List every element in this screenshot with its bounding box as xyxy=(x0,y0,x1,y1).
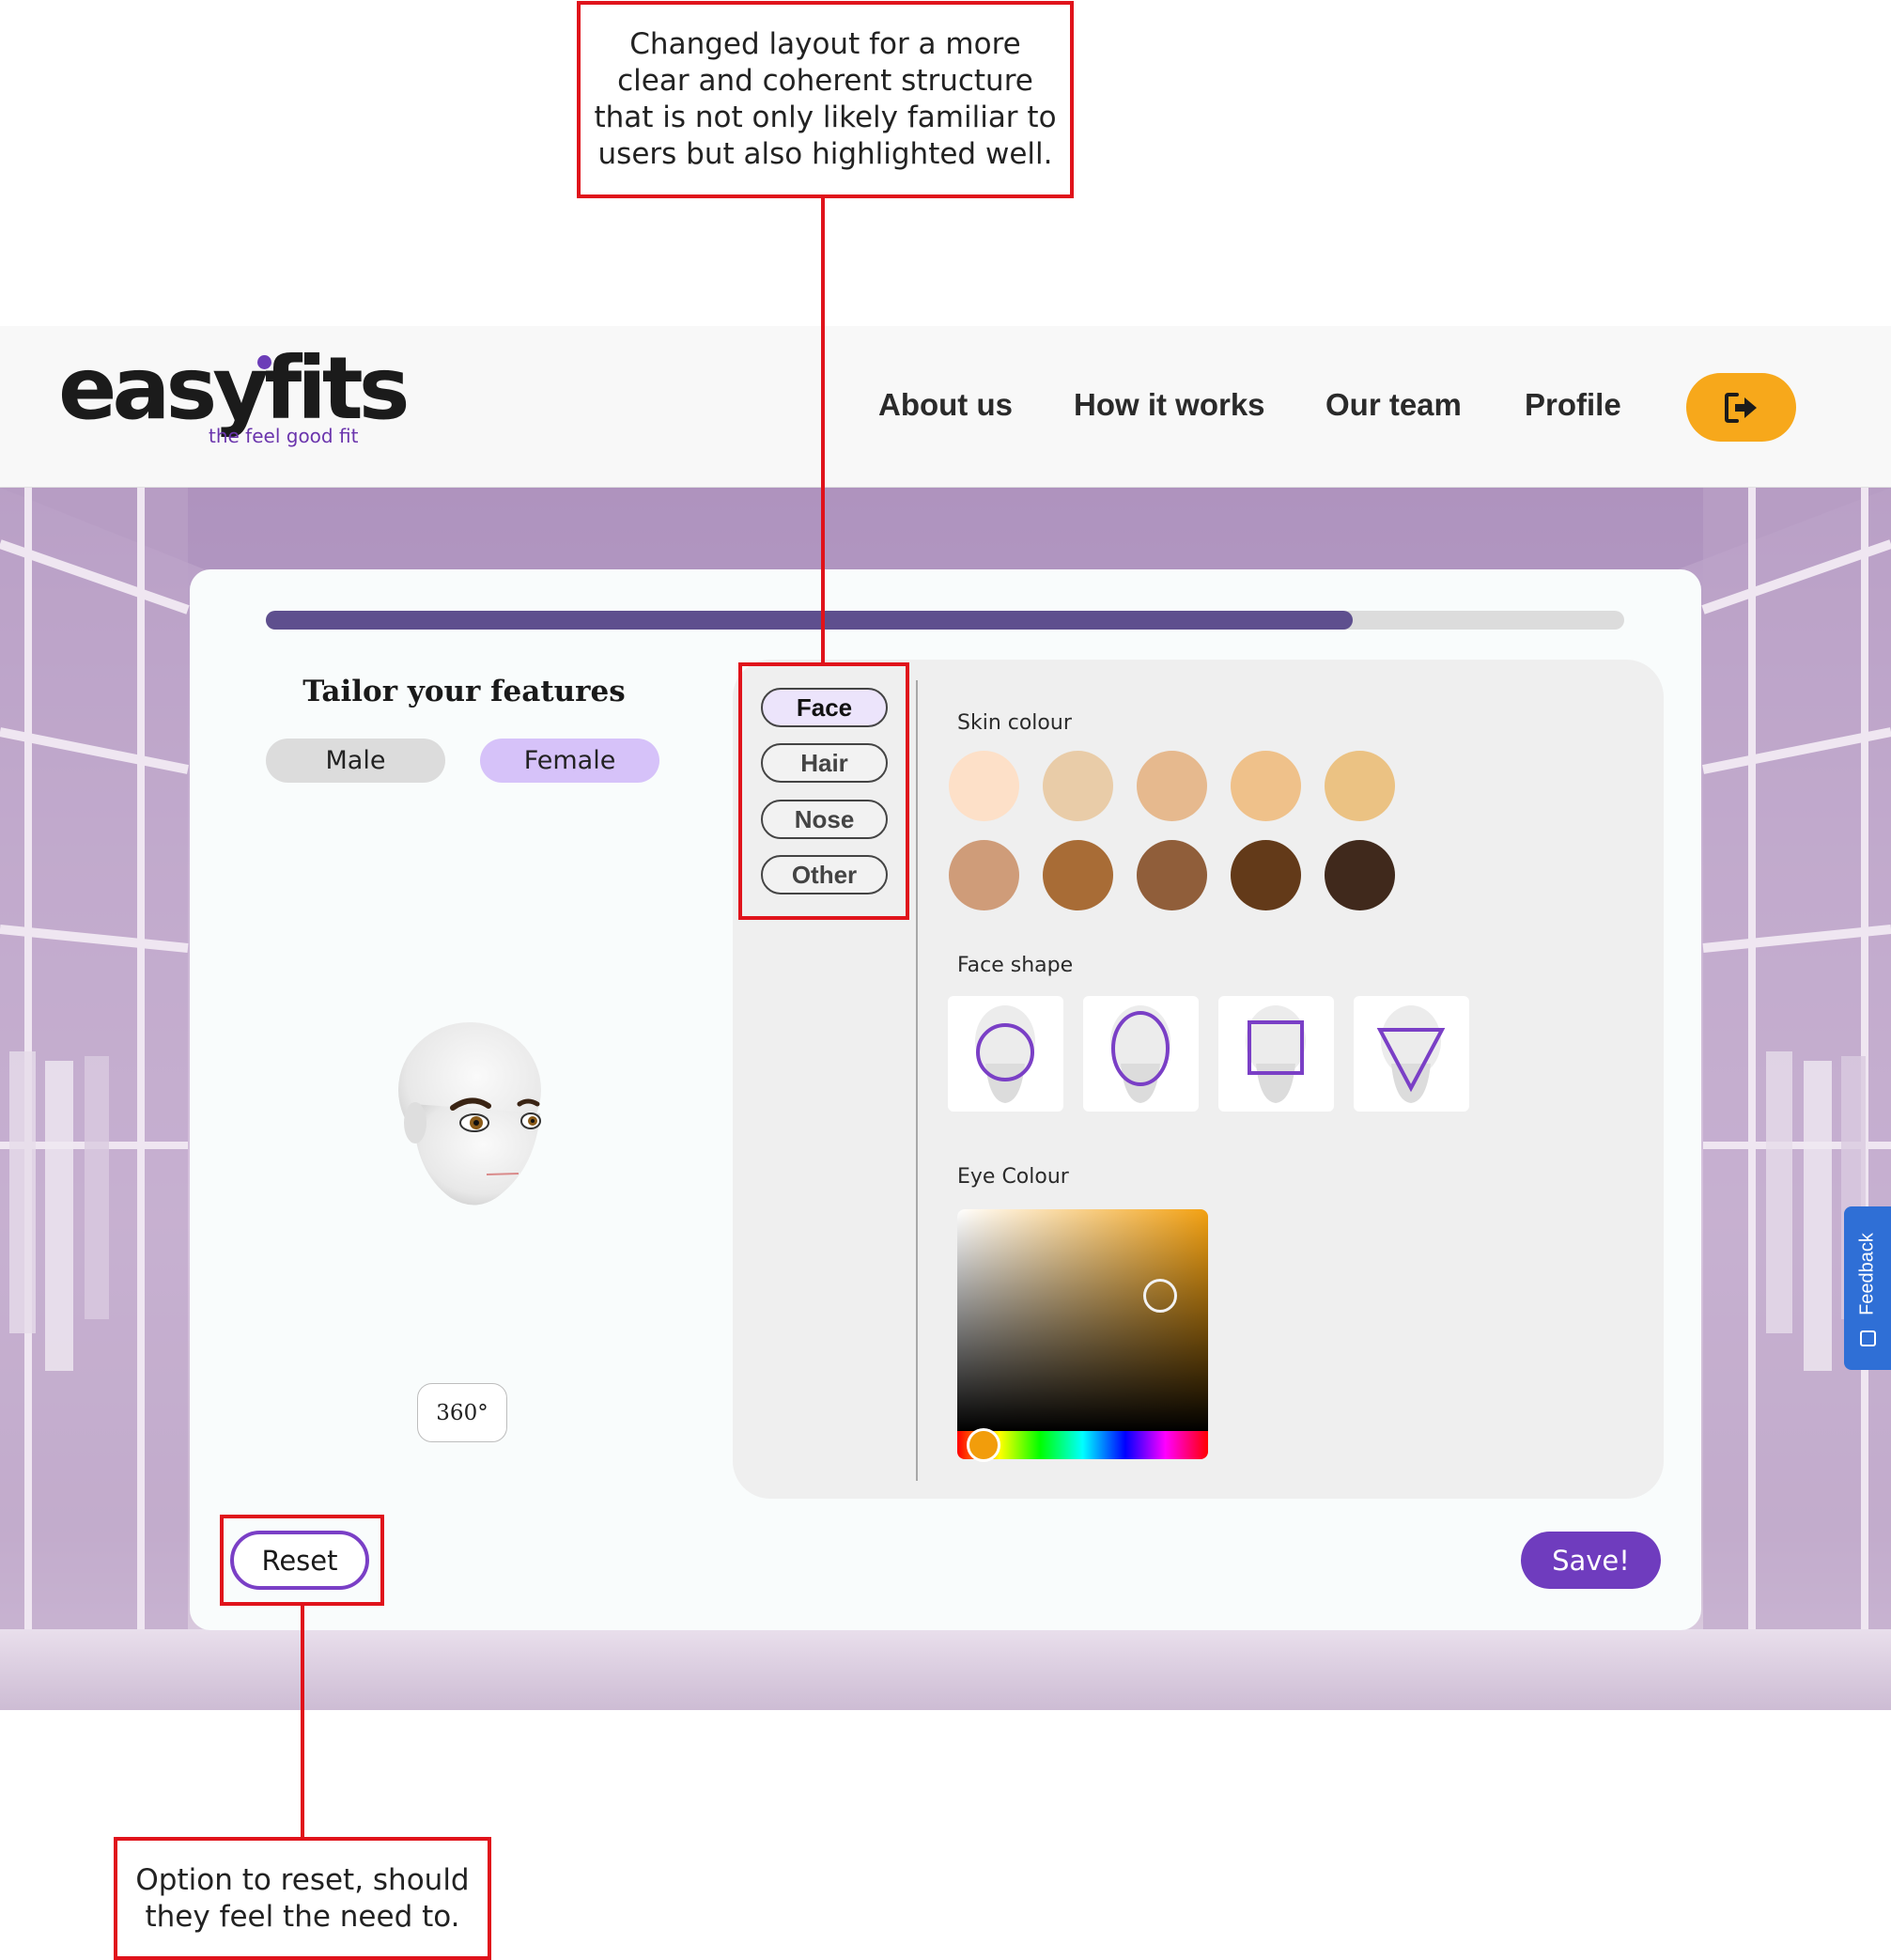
skin-swatch[interactable] xyxy=(1231,751,1301,821)
eye-colour-label: Eye Colour xyxy=(957,1165,1069,1189)
progress-bar xyxy=(266,611,1624,630)
annotation-reset-text: Option to reset, should they feel the ne… xyxy=(135,1862,470,1934)
face-shape-round[interactable] xyxy=(948,996,1063,1112)
skin-swatch[interactable] xyxy=(1231,840,1301,910)
gender-male-button[interactable]: Male xyxy=(266,739,445,783)
face-shape-square[interactable] xyxy=(1218,996,1334,1112)
skin-swatch[interactable] xyxy=(949,840,1019,910)
feedback-icon xyxy=(1860,1330,1876,1346)
triangle-face-icon xyxy=(1376,1005,1446,1103)
avatar-head-preview[interactable] xyxy=(385,1019,554,1217)
skin-swatch[interactable] xyxy=(1325,840,1395,910)
logo-wordmark[interactable]: easyfits xyxy=(58,346,411,432)
face-shape-triangle[interactable] xyxy=(1354,996,1469,1112)
annotation-connector-top xyxy=(821,198,825,664)
annotation-layout-note: Changed layout for a more clear and cohe… xyxy=(577,1,1074,198)
eye-colour-picker[interactable] xyxy=(957,1209,1208,1431)
logo-tagline: the feel good fit xyxy=(209,425,359,447)
progress-fill xyxy=(266,611,1353,630)
skin-swatch[interactable] xyxy=(1325,751,1395,821)
panel-divider xyxy=(916,680,918,1481)
eye-colour-cursor[interactable] xyxy=(1143,1279,1177,1313)
skin-swatch[interactable] xyxy=(1137,751,1207,821)
page-title: Tailor your features xyxy=(302,675,626,708)
annotation-connector-bottom xyxy=(301,1606,304,1840)
gender-female-button[interactable]: Female xyxy=(480,739,659,783)
annotation-highlight-reset xyxy=(220,1515,384,1606)
feedback-label: Feedback xyxy=(1856,1233,1878,1315)
skin-swatch[interactable] xyxy=(949,751,1019,821)
nav-our-team[interactable]: Our team xyxy=(1325,387,1462,423)
skin-swatch[interactable] xyxy=(1137,840,1207,910)
annotation-reset-note: Option to reset, should they feel the ne… xyxy=(114,1837,491,1960)
skin-swatch[interactable] xyxy=(1043,751,1113,821)
save-button[interactable]: Save! xyxy=(1521,1532,1661,1589)
logout-icon xyxy=(1724,392,1757,423)
skin-colour-label: Skin colour xyxy=(957,711,1072,735)
annotation-layout-text: Changed layout for a more clear and cohe… xyxy=(594,27,1057,171)
hue-slider-handle[interactable] xyxy=(967,1428,1000,1462)
square-face-icon xyxy=(1246,1005,1306,1103)
round-face-icon xyxy=(975,1005,1035,1103)
face-shape-label: Face shape xyxy=(957,954,1074,977)
rotate-360-button[interactable]: 360° xyxy=(417,1383,507,1442)
skin-swatch[interactable] xyxy=(1043,840,1113,910)
nav-how-it-works[interactable]: How it works xyxy=(1074,387,1265,423)
nav-profile[interactable]: Profile xyxy=(1525,387,1621,423)
logo-dot xyxy=(257,355,271,369)
oval-face-icon xyxy=(1110,1005,1170,1103)
logout-button[interactable] xyxy=(1686,373,1796,442)
annotation-highlight-tabs xyxy=(738,662,909,920)
face-shape-oval[interactable] xyxy=(1083,996,1199,1112)
nav-about-us[interactable]: About us xyxy=(878,387,1013,423)
page-root: Changed layout for a more clear and cohe… xyxy=(0,0,1891,1960)
